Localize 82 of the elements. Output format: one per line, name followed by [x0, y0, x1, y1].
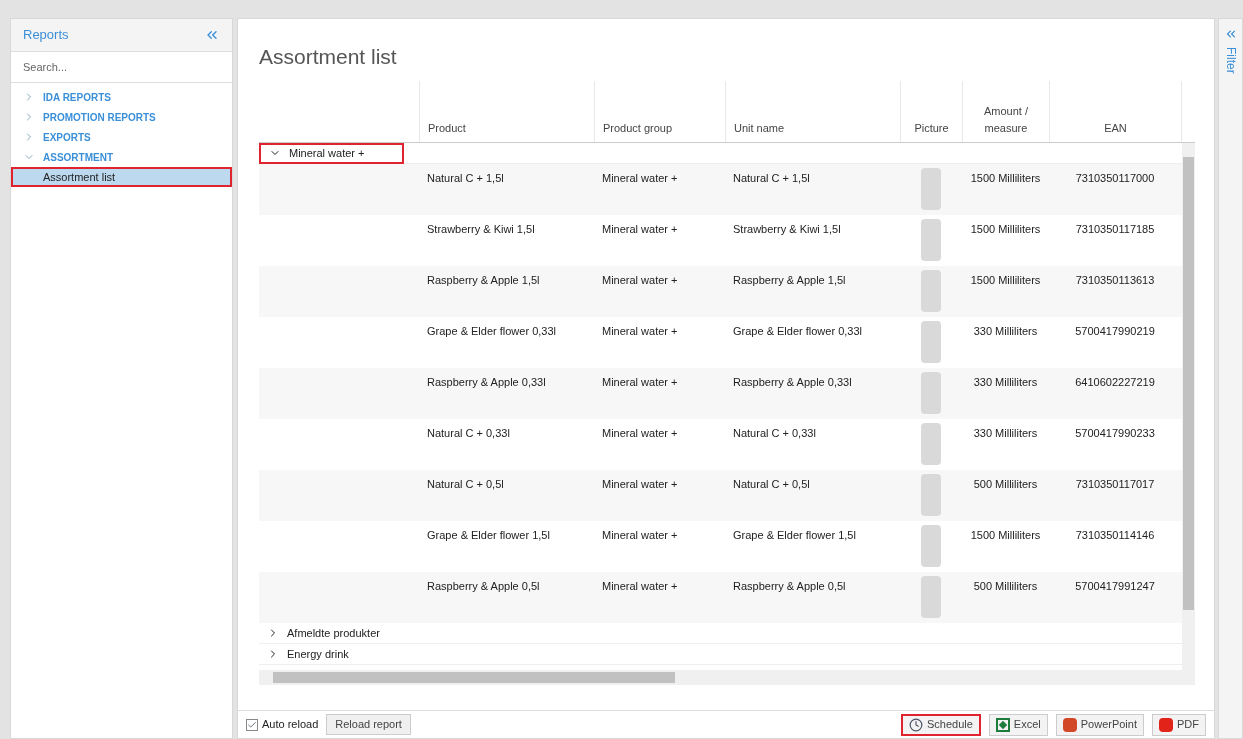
table-cell-text: Grape & Elder flower 1,5l: [732, 528, 857, 543]
table-cell-text: 7310350113613: [1074, 273, 1156, 288]
photo-placeholder: [921, 576, 941, 618]
slides-icon: [1062, 717, 1077, 732]
table-cell-text: Mineral water +: [601, 375, 679, 390]
table-cell-text: 6410602227219: [1074, 375, 1156, 390]
group-row-toggle[interactable]: Mineral water +: [259, 143, 404, 164]
table-cell-text: 1500 Milliliters: [969, 222, 1042, 237]
photo-placeholder: [921, 219, 941, 261]
table-cell-text: Mineral water +: [601, 579, 679, 594]
table-cell-text: Grape & Elder flower 0,33l: [426, 324, 557, 339]
table-cell-text: 500 Milliliters: [972, 579, 1039, 594]
export-button[interactable]: Schedule: [900, 713, 981, 736]
column-header[interactable]: Product group: [594, 81, 725, 142]
export-button[interactable]: Excel: [988, 713, 1048, 736]
table-cell-text: 7310350117000: [1074, 171, 1156, 186]
checkbox[interactable]: [246, 718, 258, 731]
table-cell-text: 330 Milliliters: [972, 426, 1039, 441]
tree-item[interactable]: PROMOTION REPORTS: [11, 107, 232, 127]
horizontal-scrollbar[interactable]: [259, 670, 1195, 685]
photo-placeholder: [921, 525, 941, 567]
column-header[interactable]: EAN: [1049, 81, 1181, 142]
table-cell-text: Strawberry & Kiwi 1,5l: [426, 222, 536, 237]
export-button[interactable]: PowerPoint: [1055, 713, 1144, 736]
column-header[interactable]: Picture: [900, 81, 962, 142]
table-cell-text: Grape & Elder flower 0,33l: [732, 324, 863, 339]
table-cell-text: 7310350117185: [1074, 222, 1156, 237]
table-cell-text: Raspberry & Apple 0,33l: [426, 375, 547, 390]
column-header[interactable]: Amount / measure: [962, 81, 1049, 142]
document-icon: [1159, 717, 1173, 732]
table-cell-text: Mineral water +: [601, 477, 679, 492]
tree-item[interactable]: Assortment list: [11, 167, 232, 187]
column-header[interactable]: Product: [419, 81, 594, 142]
photo-placeholder: [921, 168, 941, 210]
table-cell-text: 330 Milliliters: [972, 375, 1039, 390]
table-cell-text: Mineral water +: [601, 171, 679, 186]
table-cell-text: 1500 Milliliters: [969, 528, 1042, 543]
table-cell-text: Mineral water +: [601, 528, 679, 543]
table-cell-text: 1500 Milliliters: [969, 273, 1042, 288]
sidebar-title: Reports: [23, 26, 69, 45]
table-cell-text: Natural C + 0,33l: [426, 426, 511, 441]
table-cell-text: 5700417990219: [1074, 324, 1156, 339]
column-header[interactable]: Unit name: [725, 81, 900, 142]
table-cell-text: Mineral water +: [601, 324, 679, 339]
photo-placeholder: [921, 321, 941, 363]
table-cell-text: 330 Milliliters: [972, 324, 1039, 339]
clock-icon: [908, 717, 923, 732]
table-cell-text: Mineral water +: [601, 273, 679, 288]
table-cell-text: Mineral water +: [601, 222, 679, 237]
table-cell-text: 7310350117017: [1074, 477, 1156, 492]
table-cell-text: 5700417991247: [1074, 579, 1156, 594]
search-field[interactable]: Search...: [11, 52, 232, 83]
table-cell-text: Raspberry & Apple 0,33l: [732, 375, 853, 390]
table-cell-text: Natural C + 0,5l: [426, 477, 505, 492]
table-cell-text: Mineral water +: [601, 426, 679, 441]
photo-placeholder: [921, 423, 941, 465]
table-cell-text: 1500 Milliliters: [969, 171, 1042, 186]
table-cell-text: 7310350114146: [1074, 528, 1156, 543]
table-cell-text: Raspberry & Apple 1,5l: [426, 273, 541, 288]
export-button[interactable]: PDF: [1152, 713, 1206, 736]
group-row-toggle[interactable]: Afmeldte produkter: [259, 622, 404, 644]
photo-placeholder: [921, 474, 941, 516]
reload-button[interactable]: Reload report: [326, 714, 411, 735]
report-title: Assortment list: [259, 44, 398, 70]
table-cell-text: Natural C + 1,5l: [732, 171, 811, 186]
table-cell-text: Grape & Elder flower 1,5l: [426, 528, 551, 543]
table-cell-text: 5700417990233: [1074, 426, 1156, 441]
check-icon: [247, 719, 257, 730]
table-cell-text: Raspberry & Apple 1,5l: [732, 273, 847, 288]
table-cell-text: Raspberry & Apple 0,5l: [732, 579, 847, 594]
group-row-toggle[interactable]: Energy drink: [259, 643, 404, 665]
spreadsheet-icon: [995, 717, 1010, 732]
table-cell-text: Natural C + 0,33l: [732, 426, 817, 441]
table-cell-text: Raspberry & Apple 0,5l: [426, 579, 541, 594]
checkbox-label: Auto reload: [262, 717, 319, 733]
table-cell-text: 500 Milliliters: [972, 477, 1039, 492]
photo-placeholder: [921, 372, 941, 414]
table-cell-text: Natural C + 0,5l: [732, 477, 811, 492]
table-cell-text: Natural C + 1,5l: [426, 171, 505, 186]
photo-placeholder: [921, 270, 941, 312]
table-cell-text: Strawberry & Kiwi 1,5l: [732, 222, 842, 237]
vertical-scrollbar[interactable]: [1182, 143, 1195, 670]
